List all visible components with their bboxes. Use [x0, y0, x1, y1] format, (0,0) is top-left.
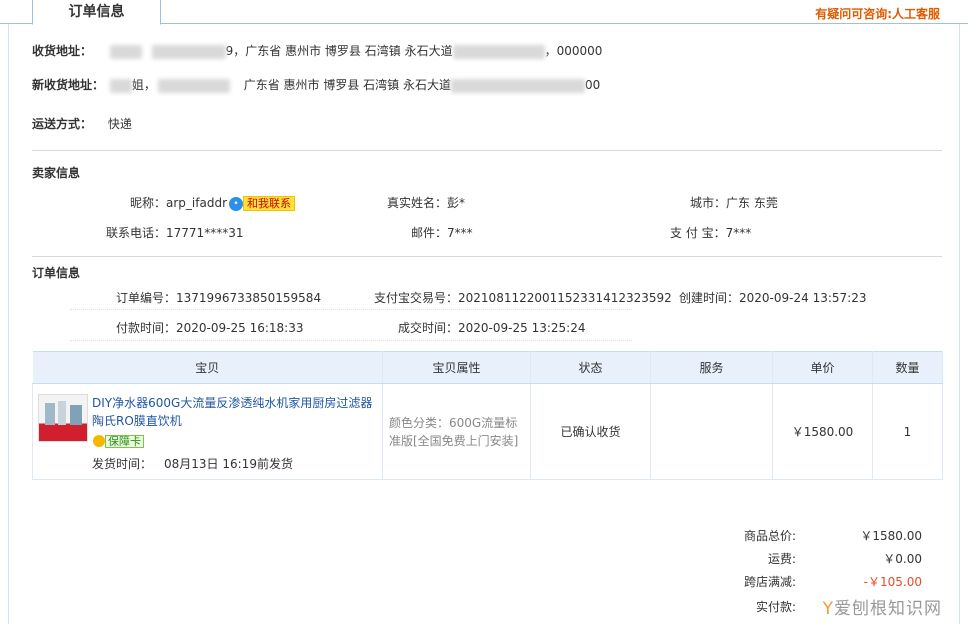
new-address-row: 新收货地址： 姐， 广东省 惠州市 博罗县 石湾镇 永石大道 00 [32, 76, 600, 93]
divider [32, 150, 942, 151]
freight-label: 运费: [767, 552, 796, 566]
tab-order-info[interactable]: 订单信息 [32, 0, 161, 25]
item-service [650, 383, 773, 480]
created-time-label: 创建时间： [679, 291, 740, 305]
new-address-label: 新收货地址： [32, 78, 105, 92]
deal-time-label: 成交时间： [398, 321, 459, 335]
ship-time: 发货时间： 08月13日 16:19前发货 [92, 455, 293, 472]
seller-real-name: 真实姓名：彭* [387, 194, 465, 211]
shipping-method-row: 运送方式： 快递 [32, 115, 132, 132]
deal-time: 成交时间：2020-09-25 13:25:24 [398, 319, 585, 336]
new-address-postcode: 00 [584, 78, 601, 92]
seller-nick: 昵称：arp_ifaddr • 和我联系 [130, 194, 295, 211]
seller-email-value: 7*** [447, 226, 473, 240]
watermark-symbol: Y [822, 599, 834, 619]
seller-real-name-value: 彭* [447, 196, 466, 210]
seller-alipay: 支 付 宝：7*** [670, 224, 751, 241]
paid-time: 付款时间：2020-09-25 16:18:33 [116, 319, 303, 336]
seller-email-label: 邮件： [411, 226, 448, 240]
product-thumbnail[interactable] [38, 394, 88, 442]
created-time-value: 2020-09-24 13:57:23 [739, 291, 867, 305]
shipping-address-label: 收货地址： [32, 44, 93, 58]
paid-time-label: 付款时间： [116, 321, 177, 335]
order-info-title: 订单信息 [32, 266, 81, 280]
guarantee-label: 保障卡 [105, 434, 144, 448]
table-row: DIY净水器600G大流量反渗透纯水机家用厨房过滤器陶氏RO膜直饮机 保障卡 发… [32, 383, 943, 480]
ship-time-label: 发货时间： [92, 457, 153, 471]
masked-street [452, 44, 545, 59]
contact-me-button[interactable]: 和我联系 [243, 196, 295, 211]
seller-city: 城市：广东 东莞 [690, 194, 778, 211]
masked-name [109, 44, 142, 59]
item-cell: DIY净水器600G大流量反渗透纯水机家用厨房过滤器陶氏RO膜直饮机 保障卡 发… [32, 383, 383, 480]
total-value: ￥1580.00 [860, 529, 922, 543]
product-title-link[interactable]: DIY净水器600G大流量反渗透纯水机家用厨房过滤器陶氏RO膜直饮机 [92, 394, 374, 430]
seller-city-value: 广东 东莞 [726, 196, 778, 210]
order-number: 订单编号：1371996733850159584 [116, 289, 321, 306]
masked-new-name [109, 78, 132, 93]
dotted-divider [70, 340, 632, 341]
divider [32, 256, 942, 257]
watermark: Y爱刨根知识网 [823, 594, 942, 619]
dotted-divider [70, 309, 632, 310]
items-table: 宝贝 宝贝属性 状态 服务 单价 数量 DIY净水器600G大流量反渗透纯水机家… [32, 351, 943, 480]
new-address-text: 广东省 惠州市 博罗县 石湾镇 永石大道 [243, 78, 451, 92]
seller-nick-value: arp_ifaddr [166, 196, 227, 210]
order-number-label: 订单编号： [116, 291, 177, 305]
masked-new-phone [157, 78, 230, 93]
alipay-trade-number: 支付宝交易号：2021081122001152331412323592 [374, 289, 672, 306]
col-header-quantity: 数量 [872, 351, 943, 384]
table-header-row: 宝贝 宝贝属性 状态 服务 单价 数量 [32, 351, 943, 384]
discount-label: 跨店满减: [743, 575, 796, 589]
shipping-address-text: 9，广东省 惠州市 博罗县 石湾镇 永石大道 [225, 44, 453, 58]
seller-city-label: 城市： [690, 196, 727, 210]
alipay-trade-number-label: 支付宝交易号： [374, 291, 459, 305]
col-header-price: 单价 [772, 351, 873, 384]
seller-phone-label: 联系电话： [106, 226, 167, 240]
customer-service-link[interactable]: 有疑问可咨询:人工客服 [815, 5, 940, 22]
freight-value: ￥0.00 [883, 552, 922, 566]
item-attributes: 颜色分类：600G流量标准版[全国免费上门安装] [389, 415, 519, 448]
new-address-name-suffix: 姐， [131, 78, 156, 92]
item-quantity: 1 [872, 383, 943, 480]
item-price: ￥1580.00 [772, 383, 873, 480]
paid-time-value: 2020-09-25 16:18:33 [176, 321, 304, 335]
seller-phone-value: 17771****31 [166, 226, 244, 240]
col-header-item: 宝贝 [32, 351, 383, 384]
ship-time-value: 08月13日 16:19前发货 [164, 457, 293, 471]
seller-alipay-label: 支 付 宝： [670, 226, 726, 240]
item-attributes-cell: 颜色分类：600G流量标准版[全国免费上门安装] [382, 383, 531, 480]
guarantee-badge[interactable]: 保障卡 [93, 434, 144, 448]
shipping-method-label: 运送方式： [32, 117, 93, 131]
masked-new-street [450, 78, 585, 93]
col-header-attributes: 宝贝属性 [382, 351, 531, 384]
discount-value: -￥105.00 [863, 575, 922, 589]
created-time: 创建时间：2020-09-24 13:57:23 [679, 289, 866, 306]
total-label: 商品总价: [743, 529, 796, 543]
chat-icon[interactable]: • [229, 196, 243, 211]
actual-paid-label: 实付款: [755, 600, 796, 614]
watermark-text: 爱刨根知识网 [834, 599, 942, 619]
guarantee-icon [93, 435, 105, 447]
item-status: 已确认收货 [530, 383, 651, 480]
col-header-status: 状态 [530, 351, 651, 384]
col-header-service: 服务 [650, 351, 773, 384]
alipay-trade-number-value: 2021081122001152331412323592 [458, 291, 672, 305]
masked-phone [151, 44, 226, 59]
seller-nick-label: 昵称： [130, 196, 167, 210]
order-number-value[interactable]: 1371996733850159584 [176, 291, 321, 305]
shipping-method-value: 快递 [107, 117, 132, 131]
shipping-address-row: 收货地址： 9，广东省 惠州市 博罗县 石湾镇 永石大道 ，000000 [32, 42, 602, 59]
seller-phone: 联系电话：17771****31 [106, 224, 243, 241]
seller-alipay-value: 7*** [725, 226, 752, 240]
seller-email: 邮件：7*** [411, 224, 473, 241]
deal-time-value: 2020-09-25 13:25:24 [458, 321, 586, 335]
seller-info-title: 卖家信息 [32, 166, 81, 180]
shipping-address-postcode: ，000000 [544, 44, 603, 58]
seller-real-name-label: 真实姓名： [387, 196, 448, 210]
